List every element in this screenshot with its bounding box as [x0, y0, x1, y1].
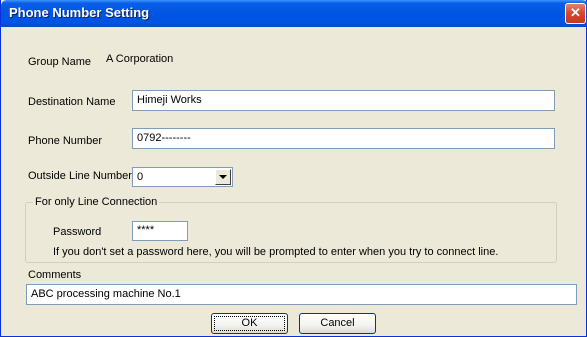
cancel-button[interactable]: Cancel — [299, 313, 376, 334]
ok-button[interactable]: OK — [211, 313, 288, 334]
phone-number-setting-dialog: Phone Number Setting ✕ Group Name A Corp… — [0, 0, 587, 337]
outside-line-number-select[interactable]: 0 — [132, 167, 233, 187]
outside-line-number-value: 0 — [137, 171, 144, 183]
destination-name-label: Destination Name — [28, 96, 116, 108]
phone-number-input[interactable]: 0792-------- — [132, 128, 555, 149]
title-bar[interactable]: Phone Number Setting ✕ — [1, 0, 587, 27]
dialog-title: Phone Number Setting — [9, 5, 150, 20]
comments-input[interactable]: ABC processing machine No.1 — [26, 284, 577, 305]
close-icon[interactable]: ✕ — [565, 3, 586, 24]
group-name-value: A Corporation — [105, 52, 577, 68]
password-label: Password — [53, 226, 102, 238]
group-name-label: Group Name — [28, 56, 91, 68]
line-connection-legend: For only Line Connection — [33, 196, 160, 208]
comments-label: Comments — [28, 269, 82, 281]
outside-line-number-label: Outside Line Number — [28, 170, 132, 182]
password-input[interactable]: **** — [132, 221, 188, 241]
destination-name-input[interactable]: Himeji Works — [132, 90, 555, 111]
password-hint-text: If you don't set a password here, you wi… — [53, 246, 499, 258]
chevron-down-icon[interactable] — [215, 169, 231, 185]
phone-number-label: Phone Number — [28, 135, 102, 147]
